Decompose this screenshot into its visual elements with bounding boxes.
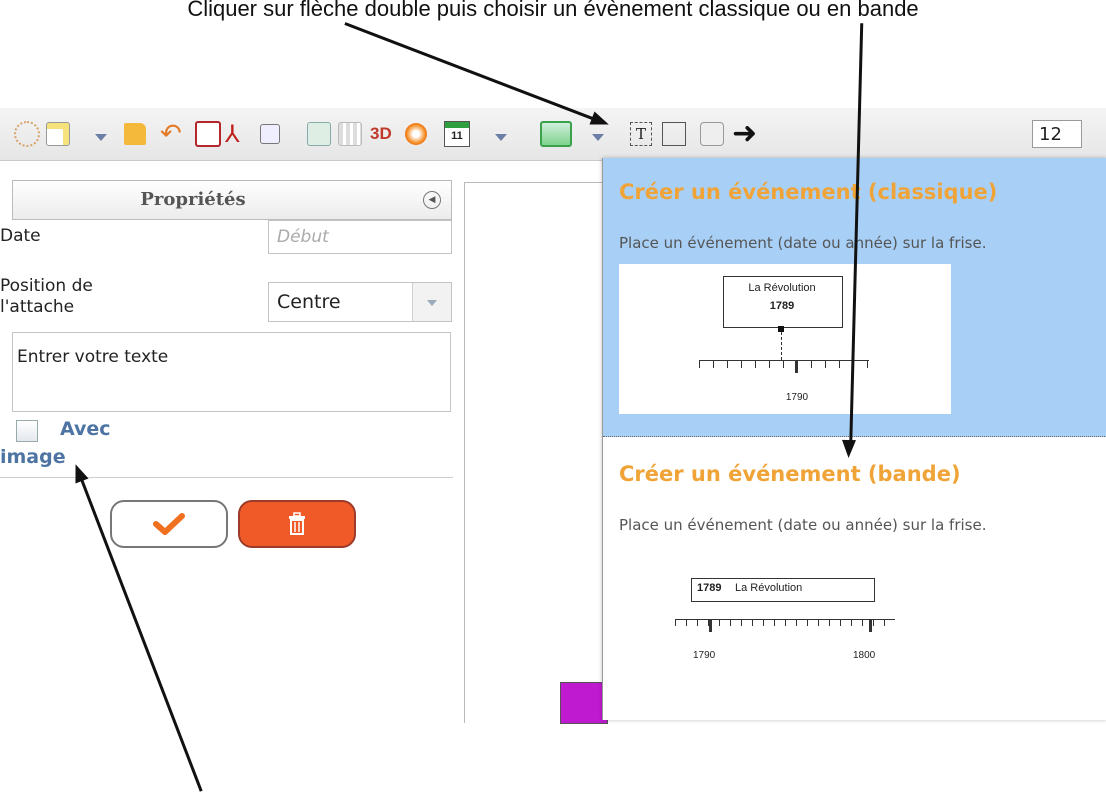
chevron-down-icon[interactable] bbox=[412, 283, 451, 321]
delete-button[interactable] bbox=[238, 500, 356, 548]
panel-header: Propriétés ◀ bbox=[12, 180, 452, 220]
landscape-icon[interactable] bbox=[540, 121, 572, 147]
arrow-icon[interactable]: ➜ bbox=[732, 119, 757, 149]
attach-position-value: Centre bbox=[277, 291, 341, 313]
collapse-icon[interactable]: ◀ bbox=[423, 191, 441, 209]
new-doc-icon[interactable] bbox=[46, 121, 70, 147]
with-image-label-1[interactable]: Avec bbox=[60, 418, 111, 440]
calendar-event-icon[interactable]: 11 bbox=[444, 121, 470, 147]
timeline-canvas[interactable] bbox=[464, 182, 607, 723]
3d-icon[interactable]: 3D bbox=[370, 121, 392, 147]
event-text-value: Entrer votre texte bbox=[17, 347, 169, 367]
event-text-area[interactable]: Entrer votre texte bbox=[12, 332, 451, 412]
event-menu-caret-icon[interactable] bbox=[495, 121, 507, 147]
band-illus-axis-label-1: 1790 bbox=[693, 650, 716, 661]
band-illus-major-tick-1 bbox=[709, 619, 712, 632]
image-export-icon[interactable] bbox=[260, 121, 280, 147]
undo-icon[interactable]: ↶ bbox=[160, 119, 182, 149]
font-size-input[interactable]: 12 bbox=[1032, 120, 1082, 148]
save-icon[interactable] bbox=[195, 121, 221, 147]
check-icon bbox=[153, 513, 185, 535]
timeline-period-block[interactable] bbox=[560, 682, 608, 724]
attach-label-line-2: l'attache bbox=[0, 297, 75, 317]
illus-event-year: 1789 bbox=[769, 300, 795, 312]
illus-axis-label: 1790 bbox=[785, 392, 809, 403]
chart-icon[interactable] bbox=[307, 121, 331, 147]
properties-panel: Propriétés ◀ Date Début Position de l'at… bbox=[0, 180, 453, 478]
trash-icon bbox=[289, 512, 305, 535]
divider bbox=[0, 477, 453, 478]
panel-title: Propriétés bbox=[140, 189, 246, 210]
open-folder-icon[interactable] bbox=[124, 121, 146, 147]
band-illus-axis-label-2: 1800 bbox=[853, 650, 876, 661]
new-menu-caret-icon[interactable] bbox=[95, 121, 107, 147]
band-illus-major-tick-2 bbox=[869, 619, 872, 632]
with-image-label-2[interactable]: image bbox=[0, 446, 66, 468]
date-label: Date bbox=[0, 226, 41, 246]
band-event-illustration: 1789 La Révolution 1790 1800 bbox=[673, 558, 913, 678]
band-illus-year: 1789 bbox=[697, 582, 722, 594]
illus-major-tick bbox=[795, 360, 798, 373]
classic-event-illustration: La Révolution 1789 1790 bbox=[619, 264, 951, 414]
attach-position-label: Position de l'attache bbox=[0, 276, 93, 318]
instruction-caption: Cliquer sur flèche double puis choisir u… bbox=[187, 0, 919, 21]
frame-icon[interactable] bbox=[662, 121, 686, 147]
date-placeholder: Début bbox=[277, 227, 329, 247]
classic-event-description: Place un événement (date ou année) sur l… bbox=[619, 234, 987, 252]
illus-event-name: La Révolution bbox=[748, 282, 816, 294]
attach-label-line-1: Position de bbox=[0, 276, 93, 296]
with-image-checkbox[interactable] bbox=[16, 420, 38, 442]
text-box-icon[interactable]: T bbox=[630, 121, 652, 147]
color-wheel-icon[interactable] bbox=[405, 121, 427, 147]
date-input[interactable]: Début bbox=[268, 220, 452, 254]
band-illus-name: La Révolution bbox=[735, 582, 803, 594]
band-event-title[interactable]: Créer un événement (bande) bbox=[619, 462, 961, 486]
attach-position-select[interactable]: Centre bbox=[268, 282, 452, 322]
globe-icon[interactable] bbox=[14, 121, 40, 147]
columns-icon[interactable] bbox=[338, 121, 362, 147]
band-event-description: Place un événement (date ou année) sur l… bbox=[619, 516, 987, 534]
band-illus-ticks bbox=[675, 619, 895, 626]
toolbar: ↶ ⅄ 3D 11 T ➜ 12 bbox=[0, 108, 1106, 161]
pdf-icon[interactable]: ⅄ bbox=[225, 120, 240, 148]
validate-button[interactable] bbox=[110, 500, 228, 548]
classic-event-title[interactable]: Créer un événement (classique) bbox=[619, 180, 997, 204]
illus-ticks bbox=[699, 360, 869, 368]
camera-icon[interactable] bbox=[700, 121, 724, 147]
illus-connector bbox=[781, 332, 782, 360]
